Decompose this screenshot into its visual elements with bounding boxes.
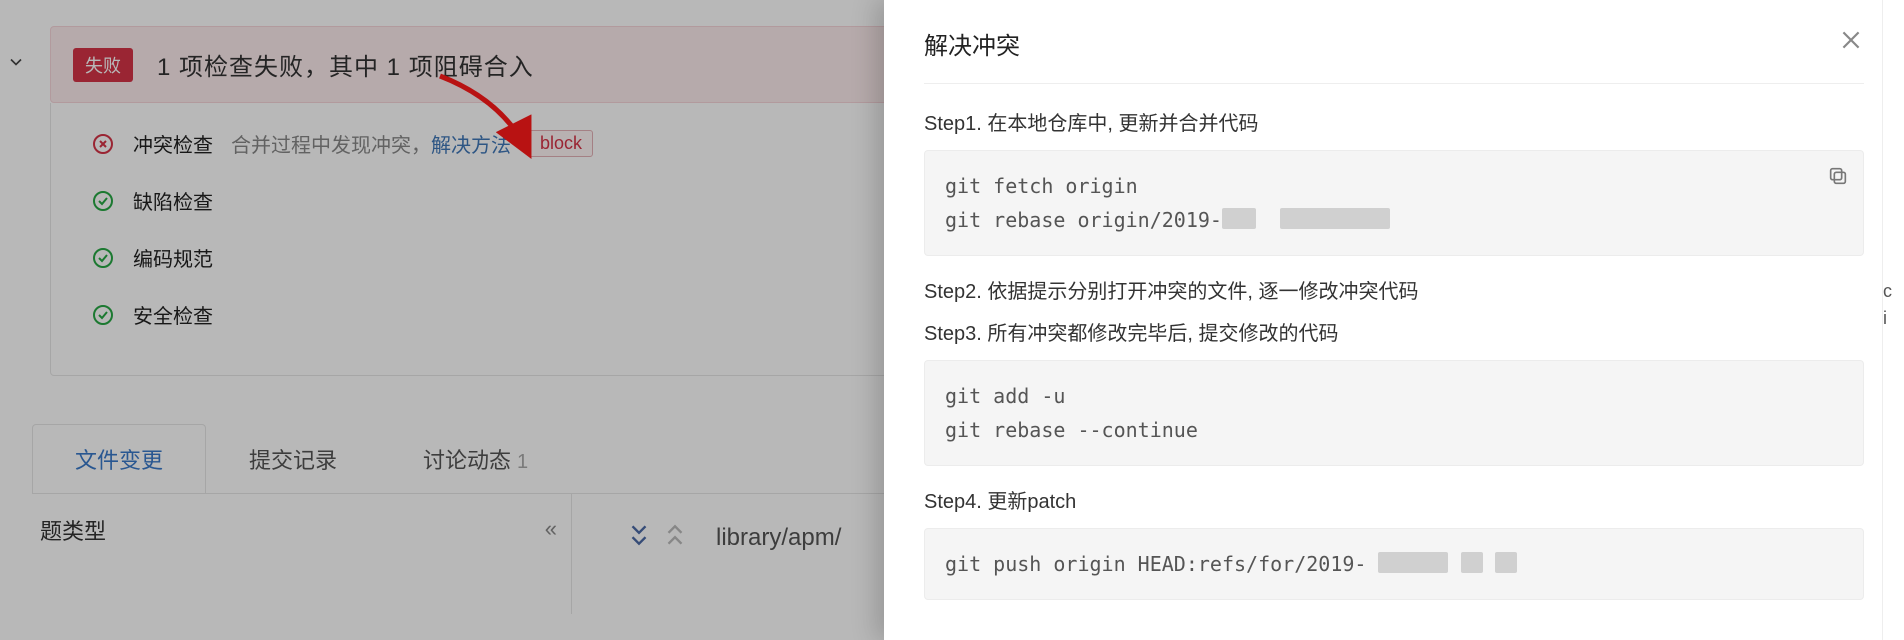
- redacted-text: [1495, 552, 1517, 573]
- copy-icon[interactable]: [1827, 163, 1849, 197]
- code-block-1: git fetch origin git rebase origin/2019-: [924, 150, 1864, 256]
- side-strip-char: c: [1883, 278, 1904, 305]
- redacted-text: [1461, 552, 1483, 573]
- code-line: git fetch origin: [945, 174, 1138, 198]
- code-line: git rebase origin/2019-: [945, 208, 1222, 232]
- drawer-body: Step1. 在本地仓库中, 更新并合并代码 git fetch origin …: [924, 84, 1864, 620]
- side-strip: c i: [1882, 0, 1904, 640]
- code-line: git push origin HEAD:refs/for/2019-: [945, 552, 1366, 576]
- drawer-header: 解决冲突: [924, 26, 1864, 84]
- step-1: Step1. 在本地仓库中, 更新并合并代码: [924, 108, 1864, 140]
- drawer-title: 解决冲突: [924, 26, 1020, 61]
- redacted-text: [1378, 552, 1448, 573]
- code-block-3: git push origin HEAD:refs/for/2019-: [924, 528, 1864, 600]
- redacted-text: [1222, 208, 1256, 229]
- side-strip-char: i: [1883, 305, 1904, 332]
- redacted-text: [1280, 208, 1390, 229]
- step-2: Step2. 依据提示分别打开冲突的文件, 逐一修改冲突代码: [924, 276, 1864, 308]
- step-3: Step3. 所有冲突都修改完毕后, 提交修改的代码: [924, 318, 1864, 350]
- step-4: Step4. 更新patch: [924, 486, 1864, 518]
- resolve-conflict-drawer: 解决冲突 Step1. 在本地仓库中, 更新并合并代码 git fetch or…: [884, 0, 1904, 640]
- code-block-2: git add -u git rebase --continue: [924, 360, 1864, 466]
- close-icon[interactable]: [1838, 27, 1864, 60]
